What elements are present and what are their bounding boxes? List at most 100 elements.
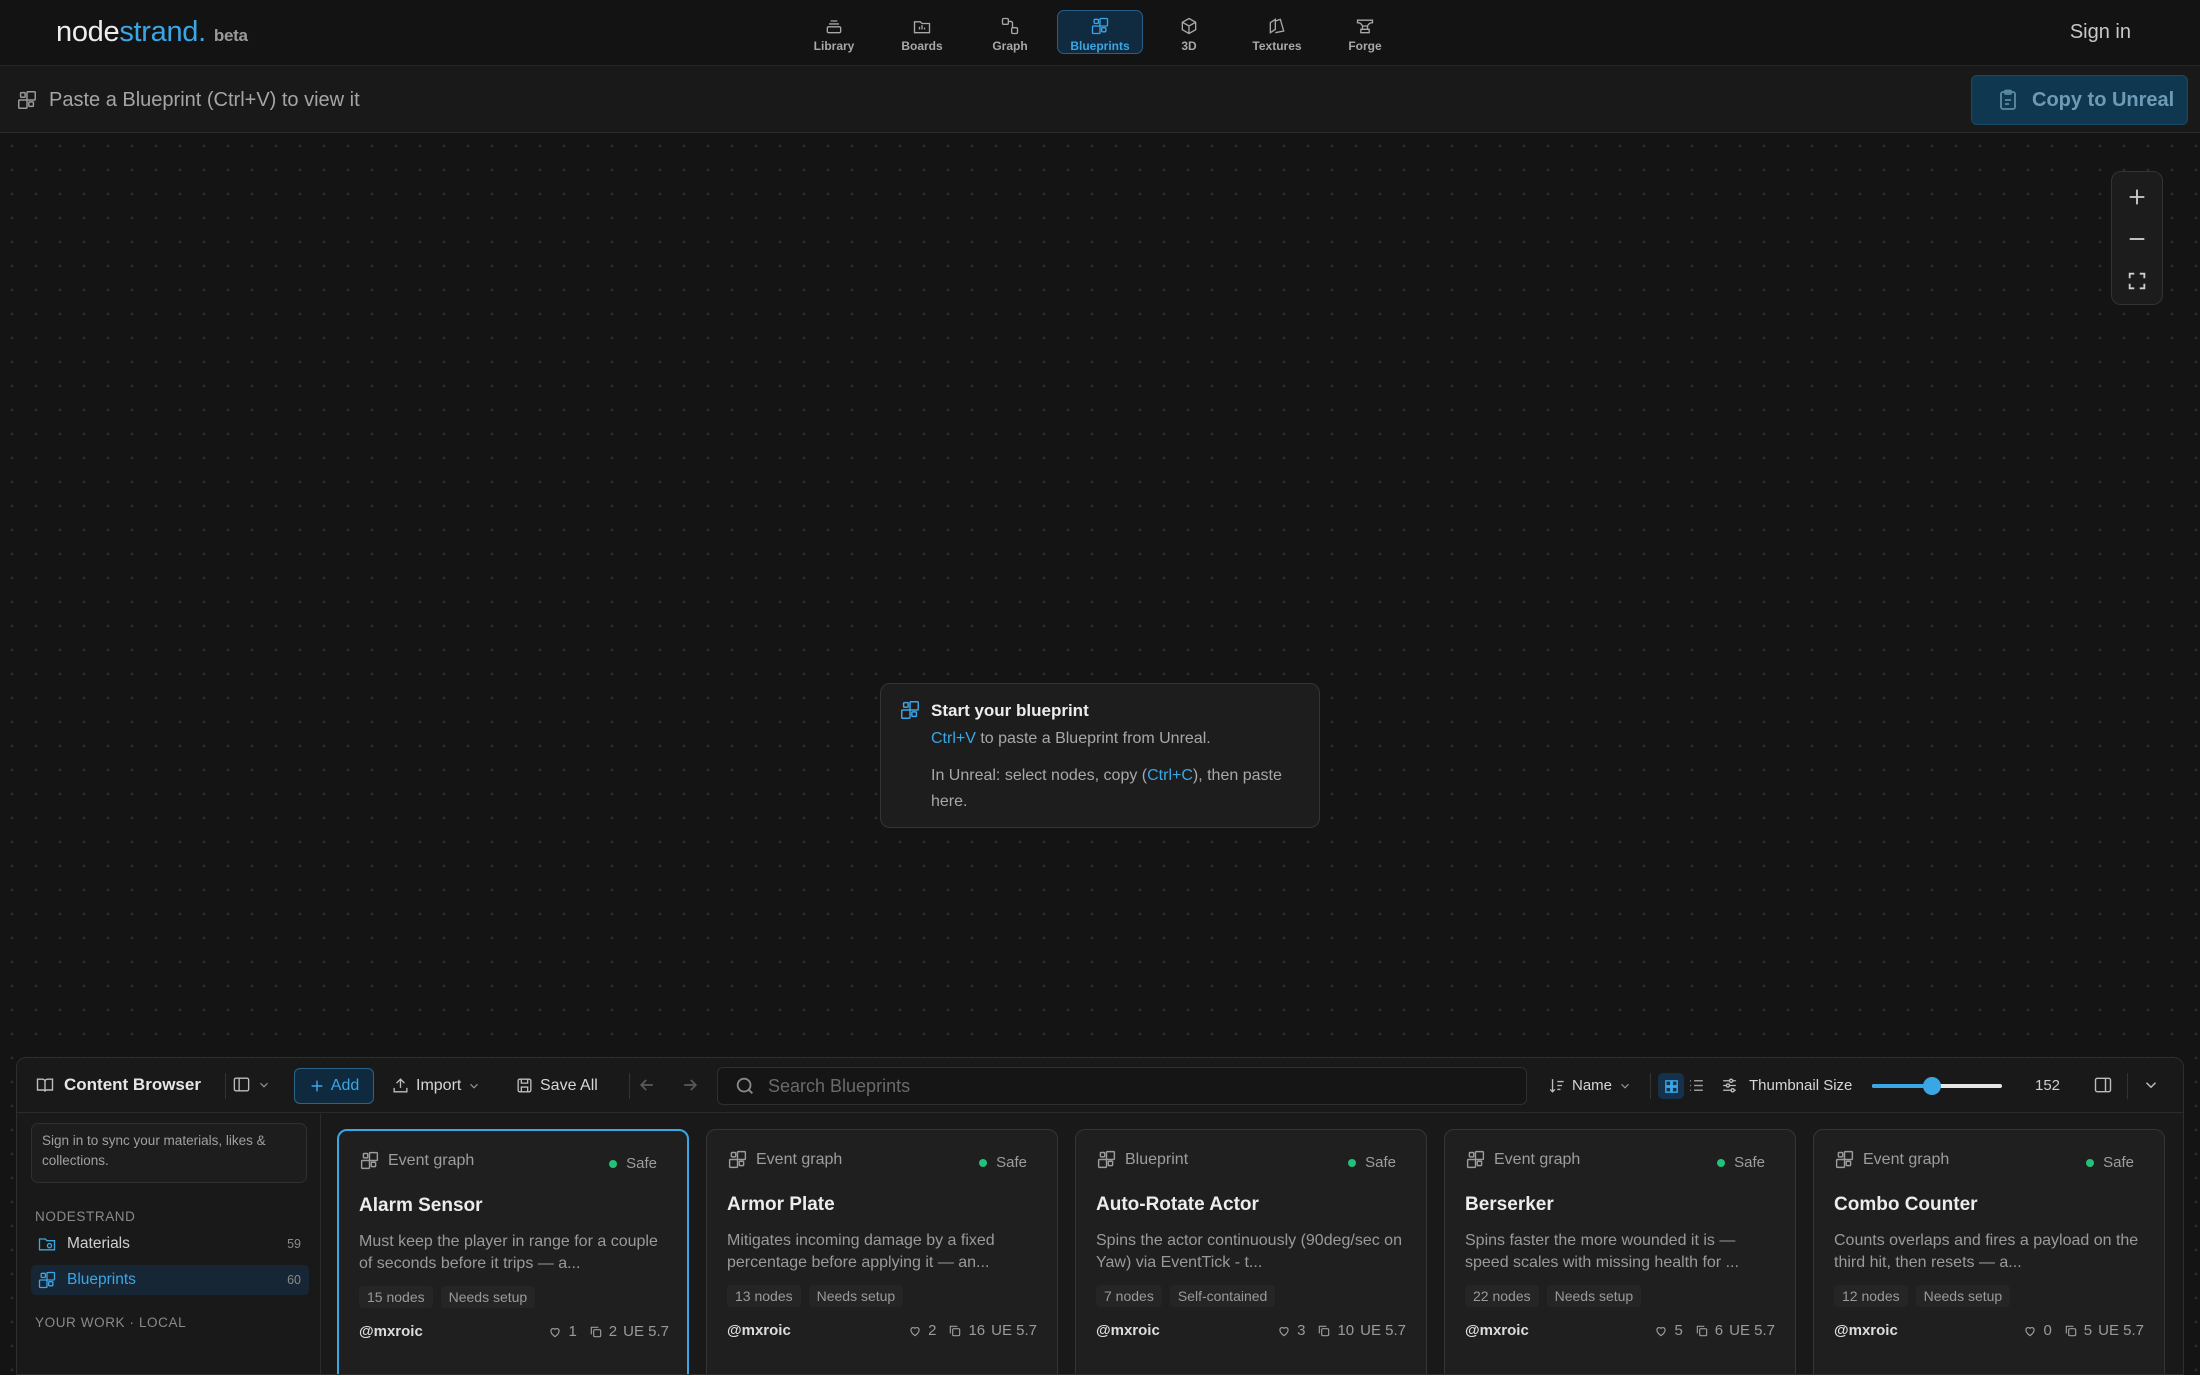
sign-in-note[interactable]: Sign in to sync your materials, likes & …: [31, 1123, 307, 1183]
card-tags: 15 nodes Needs setup: [359, 1286, 543, 1308]
card-title: Auto-Rotate Actor: [1096, 1194, 1259, 1215]
heart-icon: [910, 1326, 920, 1336]
tab-graph[interactable]: Graph: [967, 10, 1053, 54]
tab-3d[interactable]: 3D: [1146, 10, 1232, 54]
status-dot: [1348, 1158, 1357, 1167]
card-author[interactable]: @mxroic: [1834, 1322, 1898, 1339]
copy-count: 16: [968, 1322, 986, 1339]
copy-count: 5: [2083, 1322, 2093, 1339]
blueprint-card[interactable]: Event graph Safe Berserker Spins faster the…: [1444, 1129, 1796, 1374]
card-title: Berserker: [1465, 1194, 1554, 1215]
card-author[interactable]: @mxroic: [727, 1322, 791, 1339]
sidebar-item-blueprints[interactable]: Blueprints 60: [31, 1265, 309, 1295]
like-count: 0: [2043, 1322, 2052, 1339]
collapse-browser-button[interactable]: [2142, 1076, 2160, 1094]
blueprint-icon: [728, 1150, 747, 1169]
back-button[interactable]: [637, 1075, 657, 1095]
chevron-down-icon: [260, 1082, 268, 1088]
card-footer: @mxroic 2 16 UE 5.7: [727, 1322, 1037, 1339]
blueprint-card[interactable]: Event graph Safe Alarm Sensor Must keep the…: [337, 1129, 689, 1374]
sort-dropdown[interactable]: Name: [1547, 1076, 1632, 1095]
content-browser: Content Browser Add Import Save All Sear…: [16, 1057, 2184, 1375]
upload-icon: [393, 1078, 408, 1093]
content-browser-title: Content Browser: [35, 1075, 201, 1095]
thumbnail-size-value: 152: [2035, 1077, 2061, 1094]
zoom-in-button[interactable]: [2112, 176, 2162, 218]
list-view-button[interactable]: [1687, 1076, 1706, 1095]
like-count: 2: [928, 1322, 937, 1339]
tag: 13 nodes: [727, 1285, 801, 1307]
zoom-out-button[interactable]: [2112, 218, 2162, 260]
copy-icon: [2065, 1325, 2077, 1336]
cube-icon: [1181, 17, 1197, 35]
status-badge: Safe: [979, 1154, 1027, 1171]
tab-blueprints[interactable]: Blueprints: [1057, 10, 1143, 54]
clipboard-icon: [2000, 89, 2016, 110]
shortcut-key: Ctrl+C: [1147, 767, 1193, 784]
fit-view-button[interactable]: [2112, 260, 2162, 302]
copy-icon: [1319, 1325, 1330, 1336]
blueprint-card[interactable]: Blueprint Safe Auto-Rotate Actor Spins the …: [1075, 1129, 1427, 1374]
main-nav-tabs: Library Boards Graph Blueprints 3D Textu…: [0, 10, 2200, 56]
sidebar-icon: [233, 1077, 250, 1092]
card-footer: @mxroic 3 10 UE 5.7: [1096, 1322, 1406, 1339]
arrow-right-icon: [684, 1079, 698, 1091]
book-icon: [36, 1078, 54, 1092]
engine-version: UE 5.7: [623, 1323, 669, 1340]
hint-line-2: In Unreal: select nodes, copy (Ctrl+C), …: [931, 767, 1282, 810]
slider-handle[interactable]: [1922, 1077, 1941, 1095]
forward-button[interactable]: [680, 1075, 700, 1095]
sort-icon: [1549, 1079, 1564, 1093]
blueprint-card[interactable]: Event graph Safe Combo Counter Counts overl…: [1813, 1129, 2165, 1374]
card-author[interactable]: @mxroic: [1096, 1322, 1160, 1339]
toggle-details-panel-button[interactable]: [2093, 1075, 2113, 1095]
status-badge: Safe: [609, 1155, 657, 1172]
card-type: Blueprint: [1096, 1149, 1188, 1170]
card-tags: 13 nodes Needs setup: [727, 1285, 911, 1307]
folder-icon: [38, 1238, 56, 1251]
import-button[interactable]: Import: [391, 1076, 481, 1095]
engine-version: UE 5.7: [2098, 1322, 2144, 1339]
search-input[interactable]: [768, 1075, 1468, 1097]
top-nav: nodestrand. beta Library Boards Graph Blu…: [0, 0, 2200, 66]
minus-icon: [2129, 238, 2145, 240]
sidebar-item-materials[interactable]: Materials 59: [31, 1229, 309, 1259]
tab-label: Graph: [992, 39, 1028, 53]
blueprint-icon: [1466, 1150, 1485, 1169]
tab-label: 3D: [1181, 39, 1197, 53]
copy-to-unreal-button[interactable]: Copy to Unreal: [1971, 75, 2188, 125]
tab-label: Blueprints: [1070, 39, 1130, 53]
card-description: Spins faster the more wounded it is — sp…: [1465, 1232, 1739, 1271]
sign-in-link[interactable]: Sign in: [2070, 21, 2131, 44]
chevron-down-icon: [2145, 1082, 2157, 1089]
add-button[interactable]: Add: [294, 1068, 374, 1104]
blueprint-card[interactable]: Event graph Safe Armor Plate Mitigates inco…: [706, 1129, 1058, 1374]
copy-label: Copy to Unreal: [2032, 88, 2175, 111]
tab-label: Boards: [901, 39, 943, 53]
sidebar-item-label: Materials: [67, 1235, 130, 1252]
fullscreen-icon: [2128, 272, 2146, 290]
card-author[interactable]: @mxroic: [359, 1323, 423, 1340]
card-type: Event graph: [359, 1150, 474, 1171]
heart-icon: [550, 1327, 561, 1337]
tab-label: Library: [813, 39, 855, 53]
card-tags: 7 nodes Self-contained: [1096, 1285, 1283, 1307]
tab-forge[interactable]: Forge: [1322, 10, 1408, 54]
engine-version: UE 5.7: [1729, 1322, 1775, 1339]
card-type: Event graph: [727, 1149, 842, 1170]
tab-boards[interactable]: Boards: [879, 10, 965, 54]
status-dot: [979, 1158, 988, 1167]
hint-line-1: Ctrl+V to paste a Blueprint from Unreal.: [931, 730, 1211, 747]
section-heading: NODESTRAND: [35, 1209, 136, 1224]
plus-icon: [311, 1080, 323, 1092]
save-all-button[interactable]: Save All: [515, 1076, 598, 1095]
tab-textures[interactable]: Textures: [1234, 10, 1320, 54]
grid-view-button[interactable]: [1658, 1073, 1684, 1099]
tag: Needs setup: [1915, 1285, 2011, 1307]
heart-icon: [1279, 1326, 1289, 1336]
card-author[interactable]: @mxroic: [1465, 1322, 1529, 1339]
engine-version: UE 5.7: [1360, 1322, 1406, 1339]
tab-library[interactable]: Library: [791, 10, 877, 54]
tag: 12 nodes: [1834, 1285, 1908, 1307]
toggle-sidebar-button[interactable]: [232, 1075, 271, 1094]
